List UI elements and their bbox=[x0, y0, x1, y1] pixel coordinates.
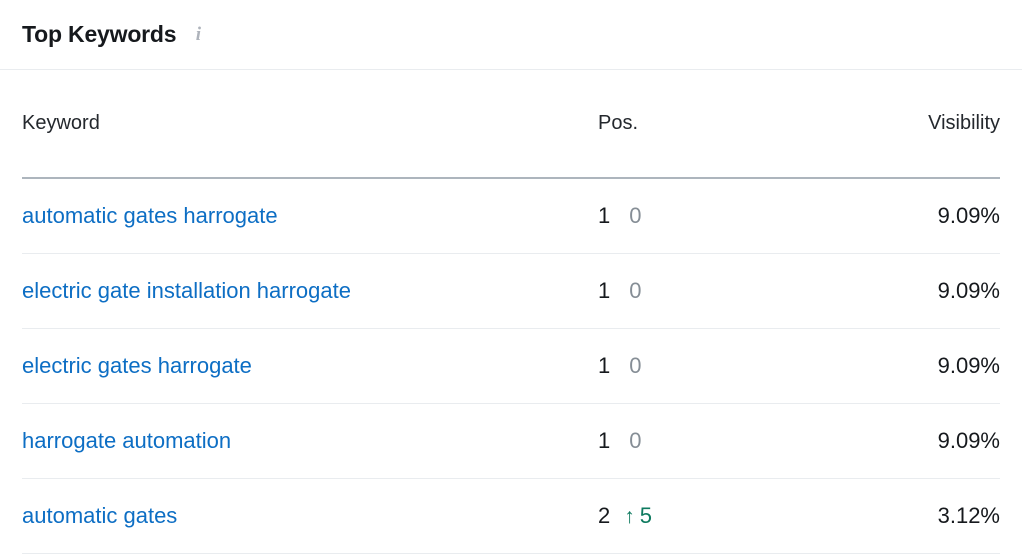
delta-value: 0 bbox=[629, 278, 642, 303]
delta-value: 5 bbox=[639, 503, 652, 528]
top-keywords-panel: Top Keywords i Keyword Pos. Visibility a… bbox=[0, 0, 1022, 554]
cell-keyword: automatic gates bbox=[22, 478, 598, 554]
keyword-link[interactable]: automatic gates bbox=[22, 503, 177, 528]
table-row: harrogate automation 1 0 9.09% bbox=[22, 403, 1000, 479]
keyword-link[interactable]: automatic gates harrogate bbox=[22, 203, 278, 228]
arrow-up-icon: ↑ bbox=[624, 504, 635, 528]
position-value: 2 bbox=[598, 503, 611, 528]
info-icon[interactable]: i bbox=[190, 25, 206, 45]
cell-position: 1 0 bbox=[598, 328, 820, 404]
table-body: automatic gates harrogate 1 0 9.09% elec… bbox=[22, 178, 1000, 554]
position-delta: ↑ 5 bbox=[624, 505, 652, 527]
keyword-link[interactable]: electric gates harrogate bbox=[22, 353, 252, 378]
cell-visibility: 9.09% bbox=[820, 328, 1000, 404]
delta-value: 0 bbox=[629, 428, 642, 453]
column-header-visibility[interactable]: Visibility bbox=[820, 70, 1000, 179]
table-header-row: Keyword Pos. Visibility bbox=[22, 70, 1000, 179]
cell-position: 2 ↑ 5 bbox=[598, 478, 820, 554]
column-header-keyword[interactable]: Keyword bbox=[22, 70, 598, 179]
cell-visibility: 9.09% bbox=[820, 253, 1000, 329]
delta-value: 0 bbox=[629, 203, 642, 228]
column-header-position[interactable]: Pos. bbox=[598, 70, 820, 179]
table-row: electric gate installation harrogate 1 0… bbox=[22, 253, 1000, 329]
card-header: Top Keywords i bbox=[0, 0, 1022, 70]
table-row: automatic gates harrogate 1 0 9.09% bbox=[22, 178, 1000, 254]
cell-visibility: 9.09% bbox=[820, 178, 1000, 254]
page-title: Top Keywords bbox=[22, 21, 177, 47]
position-value: 1 bbox=[598, 353, 611, 378]
position-value: 1 bbox=[598, 428, 611, 453]
cell-visibility: 3.12% bbox=[820, 478, 1000, 554]
keyword-link[interactable]: electric gate installation harrogate bbox=[22, 278, 351, 303]
position-delta: 0 bbox=[624, 280, 641, 302]
cell-position: 1 0 bbox=[598, 253, 820, 329]
position-delta: 0 bbox=[624, 430, 641, 452]
position-value: 1 bbox=[598, 203, 611, 228]
delta-value: 0 bbox=[629, 353, 642, 378]
position-value: 1 bbox=[598, 278, 611, 303]
cell-position: 1 0 bbox=[598, 403, 820, 479]
cell-visibility: 9.09% bbox=[820, 403, 1000, 479]
cell-keyword: electric gates harrogate bbox=[22, 328, 598, 404]
table-header: Keyword Pos. Visibility bbox=[22, 70, 1000, 179]
cell-position: 1 0 bbox=[598, 178, 820, 254]
table-row: electric gates harrogate 1 0 9.09% bbox=[22, 328, 1000, 404]
table-row: automatic gates 2 ↑ 5 3.12% bbox=[22, 478, 1000, 554]
keywords-table-container: Keyword Pos. Visibility automatic gates … bbox=[0, 70, 1022, 554]
top-keywords-table: Keyword Pos. Visibility automatic gates … bbox=[22, 70, 1000, 554]
cell-keyword: harrogate automation bbox=[22, 403, 598, 479]
position-delta: 0 bbox=[624, 205, 641, 227]
cell-keyword: automatic gates harrogate bbox=[22, 178, 598, 254]
cell-keyword: electric gate installation harrogate bbox=[22, 253, 598, 329]
keyword-link[interactable]: harrogate automation bbox=[22, 428, 231, 453]
position-delta: 0 bbox=[624, 355, 641, 377]
